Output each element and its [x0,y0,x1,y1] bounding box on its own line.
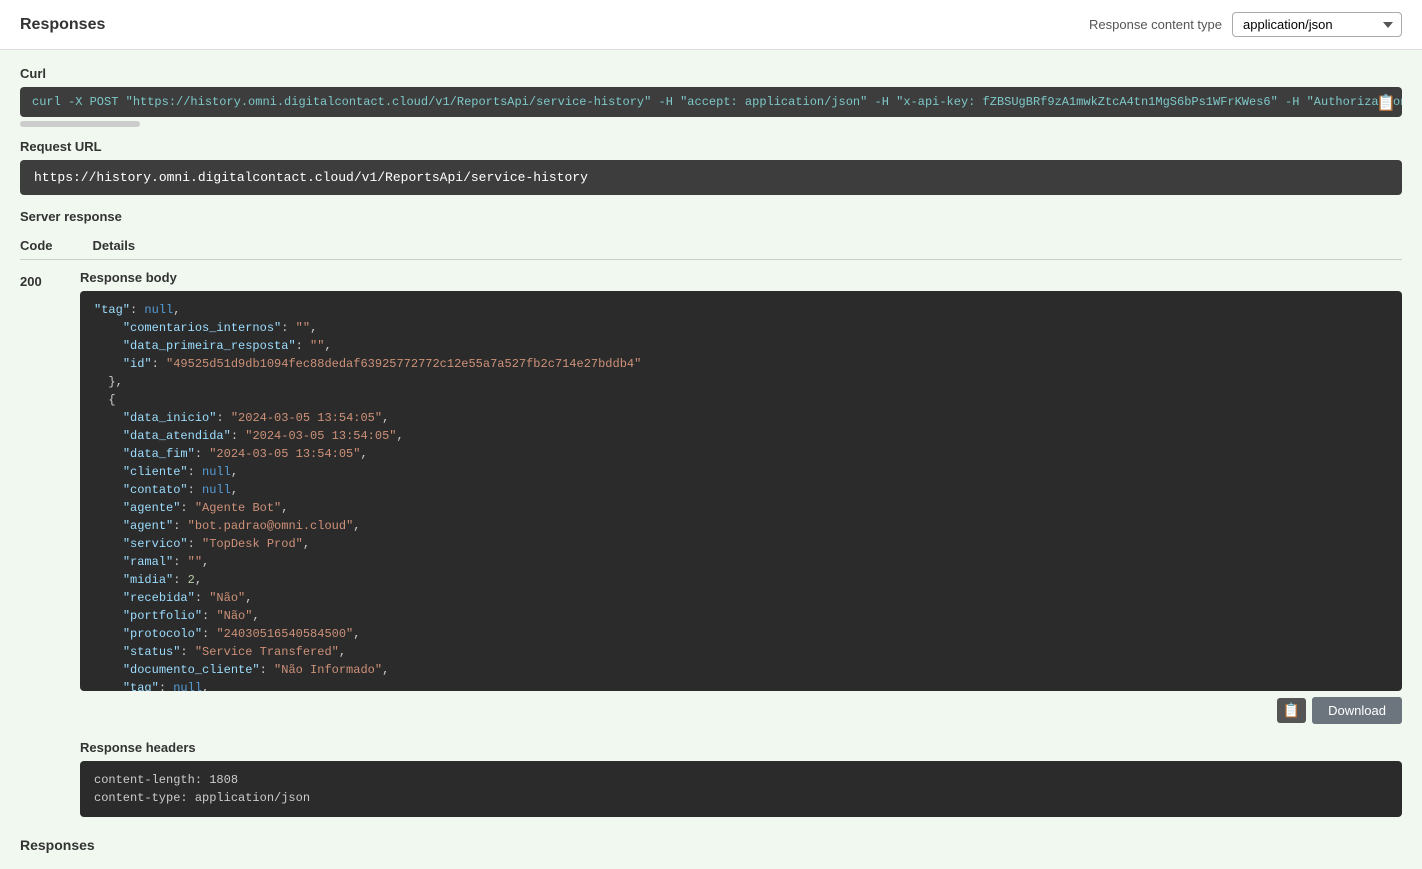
curl-block: curl -X POST "https://history.omni.digit… [20,87,1402,117]
response-headers-label: Response headers [80,740,1402,755]
details-header: Details [93,238,136,253]
responses-footer: Responses [20,837,1402,853]
request-url-label: Request URL [20,139,1402,154]
response-body-content: "tag": null, "comentarios_internos": "",… [94,301,1388,691]
request-url-box: https://history.omni.digitalcontact.clou… [20,160,1402,195]
download-button[interactable]: Download [1312,697,1402,724]
curl-scrollbar[interactable] [20,121,140,127]
page-title: Responses [20,16,105,34]
response-body-box[interactable]: "tag": null, "comentarios_internos": "",… [80,291,1402,691]
request-url-section: Request URL https://history.omni.digital… [20,139,1402,195]
response-content-type-select[interactable]: application/json text/plain application/… [1232,12,1402,37]
copy-response-button[interactable]: 📋 [1277,698,1306,723]
main-content: Curl curl -X POST "https://history.omni.… [0,50,1422,869]
server-response-label: Server response [20,209,1402,224]
response-headers-box: content-length: 1808 content-type: appli… [80,761,1402,817]
response-code: 200 [20,270,60,289]
response-body-actions: 📋 Download [80,697,1402,724]
response-body-label: Response body [80,270,1402,285]
response-headers-section: Response headers content-length: 1808 co… [80,740,1402,817]
response-200-row: 200 Response body "tag": null, "comentar… [20,260,1402,817]
code-header: Code [20,238,53,253]
response-content-type-label: Response content type [1089,17,1222,32]
curl-command: curl -X POST "https://history.omni.digit… [32,95,1402,109]
curl-copy-icon[interactable]: 📋 [1376,93,1396,113]
response-body-section: Response body "tag": null, "comentarios_… [80,270,1402,817]
response-headers-content: content-length: 1808 content-type: appli… [94,771,1388,807]
curl-section-label: Curl [20,66,1402,81]
response-content-type-container: Response content type application/json t… [1089,12,1402,37]
server-response-section: Server response Code Details 200 Respons… [20,209,1402,817]
code-details-header: Code Details [20,232,1402,260]
page-header: Responses Response content type applicat… [0,0,1422,50]
